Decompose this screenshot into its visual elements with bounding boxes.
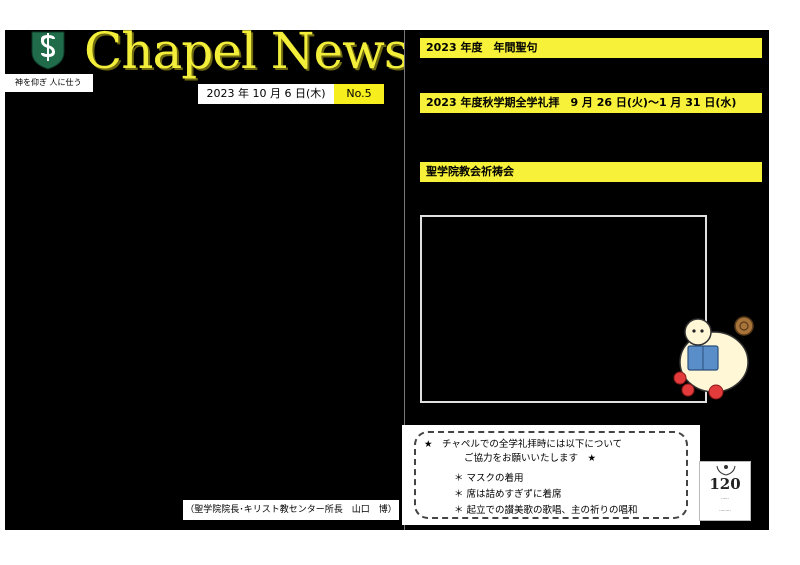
anniversary-120-emblem-icon: 120 ······ ········· bbox=[699, 461, 751, 521]
notice-line-2: ご協力をお願いいたします ★ bbox=[464, 453, 597, 464]
notice-item: ＊ 席は詰めすぎずに着席 bbox=[454, 489, 562, 500]
heading-autumn-worship: 2023 年度秋学期全学礼拝 9 月 26 日(火)～1 月 31 日(水) bbox=[420, 93, 762, 113]
notice-item: ＊ マスクの着用 bbox=[454, 473, 524, 484]
emblem-fine-print: ········· bbox=[719, 508, 731, 513]
notice-item: ＊ 起立での讃美歌の歌唱、主の祈りの唱和 bbox=[454, 505, 638, 516]
emblem-fine-print: ······ bbox=[721, 496, 729, 501]
issue-date: 2023 年 10 月 6 日(木) bbox=[198, 84, 334, 104]
notice-line-1: ★ チャペルでの全学礼拝時には以下について bbox=[424, 439, 623, 450]
heading-annual-verse: 2023 年度 年間聖句 bbox=[420, 38, 762, 58]
motto: 神を仰ぎ 人に仕う bbox=[5, 74, 93, 92]
sheep-mascot-icon bbox=[673, 316, 754, 400]
left-page bbox=[5, 30, 404, 530]
masthead-title: Chapel News bbox=[84, 22, 410, 80]
issue-number: No.5 bbox=[334, 84, 384, 104]
photo-placeholder bbox=[420, 215, 707, 403]
heading-prayer-meeting: 聖学院教会祈祷会 bbox=[420, 162, 762, 182]
author-credit: （聖学院院長･キリスト教センター所長 山口 博） bbox=[183, 500, 399, 520]
seigakuin-logo-icon bbox=[31, 31, 65, 70]
notice-box: ★ チャペルでの全学礼拝時には以下について ご協力をお願いいたします ★ ＊ マ… bbox=[414, 431, 688, 519]
anniversary-number: 120 bbox=[709, 475, 741, 493]
